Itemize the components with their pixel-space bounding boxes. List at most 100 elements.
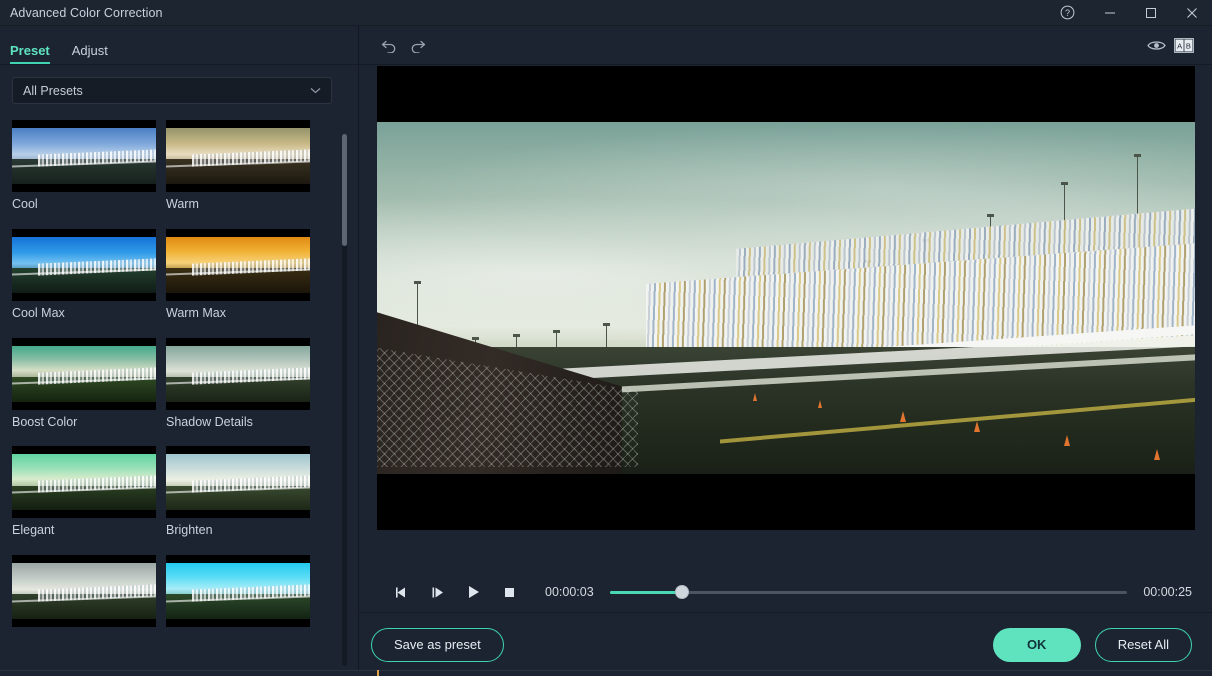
preset-filter-dropdown[interactable]: All Presets: [12, 77, 332, 104]
window-title: Advanced Color Correction: [10, 5, 163, 20]
thumbnail-image: [12, 236, 156, 293]
thumbnail-image: [166, 563, 310, 619]
panel-tabs: Preset Adjust: [0, 26, 358, 65]
playback-slider[interactable]: [609, 585, 1128, 599]
bottom-strip: [0, 670, 1212, 676]
thumbnail-image: [166, 345, 310, 402]
traffic-cone: [973, 421, 980, 433]
play-icon: [468, 586, 479, 598]
preset-scrollbar[interactable]: [342, 134, 347, 666]
close-icon: [1186, 7, 1197, 18]
preset-thumbnail[interactable]: [166, 337, 310, 410]
preset-thumbnail[interactable]: [12, 555, 156, 627]
play-button[interactable]: [455, 574, 491, 610]
traffic-cone: [900, 410, 907, 422]
traffic-cone: [752, 393, 757, 402]
undo-button[interactable]: [375, 31, 403, 59]
preview-toggle-button[interactable]: [1142, 31, 1170, 59]
thumbnail-image: [12, 563, 156, 619]
preset-thumbnail[interactable]: [12, 120, 156, 192]
close-button[interactable]: [1171, 0, 1212, 26]
preset-scrollbar-thumb[interactable]: [342, 134, 347, 246]
save-as-preset-button[interactable]: Save as preset: [371, 627, 504, 662]
maximize-button[interactable]: [1130, 0, 1171, 26]
next-frame-icon: [432, 587, 443, 597]
stop-icon: [504, 587, 514, 597]
preset-thumbnail[interactable]: [166, 228, 310, 301]
preset-item[interactable]: Cool Max: [12, 228, 156, 321]
preset-label: Brighten: [166, 523, 213, 538]
slider-fill: [609, 590, 683, 594]
redo-icon: [411, 40, 425, 53]
player-controls: 00:00:03 00:00:25: [359, 572, 1212, 612]
total-time: 00:00:25: [1143, 585, 1192, 599]
help-icon: ?: [1060, 5, 1074, 20]
preset-item[interactable]: Elegant: [12, 446, 156, 538]
tab-adjust[interactable]: Adjust: [72, 44, 108, 64]
preset-label: Warm: [166, 197, 199, 211]
slider-knob[interactable]: [675, 585, 690, 599]
stop-button[interactable]: [491, 574, 527, 610]
color-correction-dialog: Advanced Color Correction ? Preset Adjus…: [0, 0, 1212, 676]
thumbnail-image: [166, 236, 310, 293]
current-time: 00:00:03: [545, 585, 594, 599]
preset-item[interactable]: Brighten: [166, 446, 310, 538]
thumbnail-image: [166, 128, 310, 184]
preset-item[interactable]: Warm: [166, 120, 310, 212]
traffic-cone: [818, 400, 823, 409]
preset-item[interactable]: Cool: [12, 120, 156, 212]
chevron-down-icon: [310, 87, 321, 94]
ab-compare-icon: A B: [1174, 37, 1194, 53]
preset-item[interactable]: Warm Max: [166, 228, 310, 321]
traffic-cone: [1153, 449, 1160, 461]
svg-text:?: ?: [1064, 8, 1069, 18]
video-preview[interactable]: [376, 66, 1195, 530]
compare-button[interactable]: A B: [1170, 31, 1198, 59]
thumbnail-image: [12, 345, 156, 402]
minimize-button[interactable]: [1089, 0, 1130, 26]
undo-icon: [381, 40, 395, 53]
preset-label: Cool: [12, 197, 38, 211]
thumbnail-image: [12, 128, 156, 184]
preset-label: Shadow Details: [166, 414, 253, 429]
ok-button[interactable]: OK: [992, 627, 1081, 662]
preset-filter-wrap: All Presets: [0, 65, 358, 104]
preset-item[interactable]: [12, 555, 156, 627]
preset-item[interactable]: [166, 555, 310, 627]
minimize-icon: [1104, 12, 1115, 13]
thumbnail-image: [12, 454, 156, 511]
preset-thumbnail[interactable]: [166, 446, 310, 519]
preset-label: Cool Max: [12, 305, 65, 320]
timeline-marker: [377, 670, 379, 676]
eye-icon: [1146, 40, 1166, 50]
preset-label: Warm Max: [166, 305, 226, 320]
svg-text:B: B: [1186, 41, 1191, 50]
preview-toolbar: A B: [359, 26, 1212, 65]
preset-label: Boost Color: [12, 414, 78, 429]
next-frame-button[interactable]: [419, 574, 455, 610]
preset-thumbnail[interactable]: [166, 555, 310, 627]
maximize-icon: [1145, 7, 1156, 18]
help-button[interactable]: ?: [1045, 0, 1089, 26]
preset-item[interactable]: Shadow Details: [166, 337, 310, 430]
tab-preset[interactable]: Preset: [10, 44, 50, 64]
preset-grid: Cool Warm Cool Max Warm Max Boost Color Shado…: [12, 120, 324, 627]
previous-frame-icon: [395, 587, 405, 597]
dialog-body: Preset Adjust All Presets Cool Warm Cool M…: [0, 26, 1212, 676]
video-stage: [359, 65, 1212, 572]
svg-text:A: A: [1177, 41, 1182, 50]
preset-thumbnail[interactable]: [12, 337, 156, 410]
title-bar: Advanced Color Correction ?: [0, 0, 1212, 26]
preset-thumbnail[interactable]: [12, 228, 156, 301]
previous-frame-button[interactable]: [383, 574, 419, 610]
reset-all-button[interactable]: Reset All: [1094, 627, 1192, 662]
preset-item[interactable]: Boost Color: [12, 337, 156, 430]
preset-thumbnail[interactable]: [166, 120, 310, 192]
preset-list[interactable]: Cool Warm Cool Max Warm Max Boost Color Shado…: [0, 104, 358, 676]
preset-panel: Preset Adjust All Presets Cool Warm Cool M…: [0, 26, 359, 676]
preset-filter-value: All Presets: [23, 83, 83, 98]
preview-panel: A B 00:00:03 00:00:25 Save as preset OK …: [359, 26, 1212, 676]
redo-button[interactable]: [403, 31, 431, 59]
preset-thumbnail[interactable]: [12, 446, 156, 519]
dialog-footer: Save as preset OK Reset All: [359, 612, 1212, 676]
